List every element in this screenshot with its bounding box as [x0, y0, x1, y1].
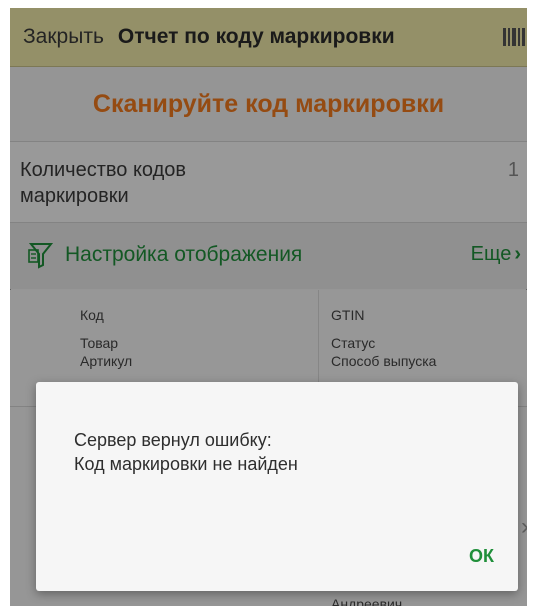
error-dialog: Сервер вернул ошибку: Код маркировки не … — [36, 382, 518, 591]
ok-button[interactable]: ОК — [469, 546, 494, 567]
error-line-1: Сервер вернул ошибку: — [74, 430, 272, 450]
app-screen: Закрыть Отчет по коду маркировки Сканиру… — [10, 8, 527, 606]
error-message: Сервер вернул ошибку: Код маркировки не … — [74, 428, 298, 476]
error-line-2: Код маркировки не найден — [74, 454, 298, 474]
